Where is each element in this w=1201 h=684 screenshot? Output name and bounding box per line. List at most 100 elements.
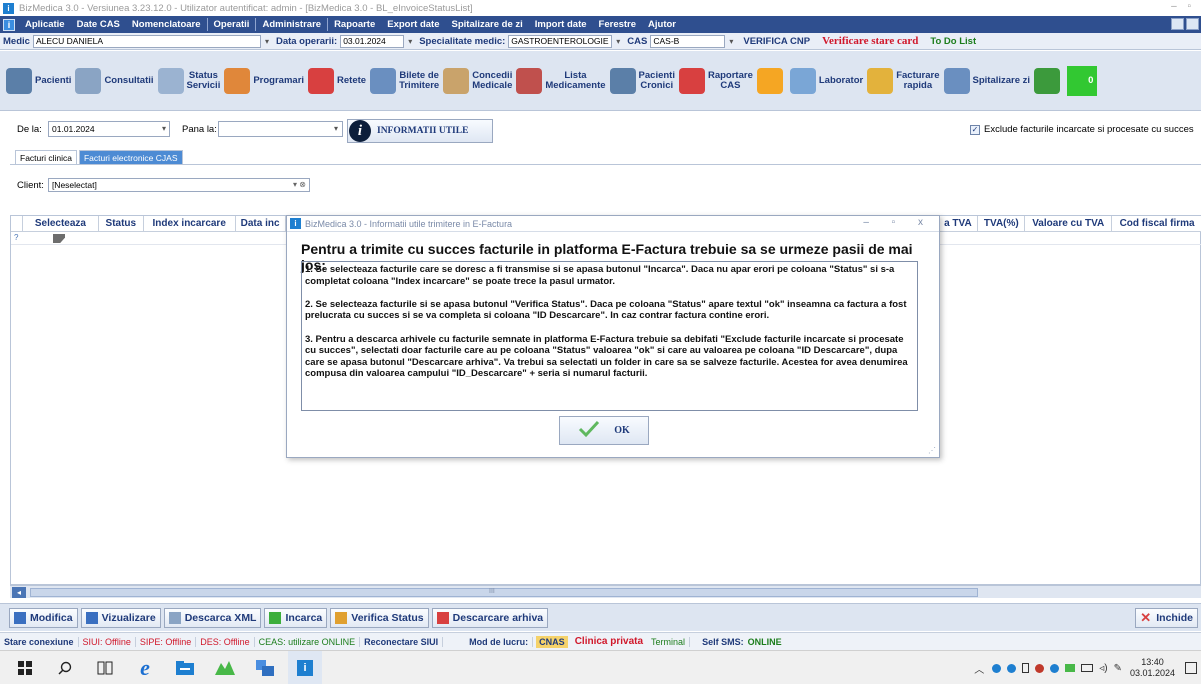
toolbar-cart-button[interactable] — [1034, 56, 1063, 106]
toolbar-hospital-day-button[interactable]: Spitalizare zi — [943, 56, 1030, 106]
menu-nomenclatoare[interactable]: Nomenclatoare — [126, 19, 207, 30]
column-data-incarcare[interactable]: Data inc — [236, 216, 286, 231]
chevron-down-icon[interactable]: ▾ — [265, 37, 269, 46]
toolbar-quick-invoice-button[interactable]: Facturare rapida — [867, 56, 940, 106]
edge-icon[interactable]: e — [128, 651, 162, 684]
app-icon[interactable] — [208, 651, 242, 684]
clinica-privata-option[interactable]: Clinica privata — [571, 636, 647, 647]
notifications-icon[interactable] — [1185, 662, 1197, 674]
to-do-list-button[interactable]: To Do List — [930, 36, 976, 47]
menu-ajutor[interactable]: Ajutor — [642, 19, 682, 30]
chevron-down-icon[interactable]: ▾ — [162, 124, 166, 133]
windows-start-icon[interactable] — [8, 651, 42, 684]
specialitate-select[interactable]: GASTROENTEROLOGIE — [508, 34, 613, 48]
app-window-icon[interactable] — [248, 651, 282, 684]
menu-ferestre[interactable]: Ferestre — [593, 19, 643, 30]
inchide-button[interactable]: ✕ Inchide — [1135, 608, 1198, 628]
de-la-input[interactable]: 01.01.2024 — [48, 121, 170, 137]
toolbar-stethoscope-button[interactable]: Consultatii — [75, 56, 154, 106]
mdi-minimize-button[interactable] — [1171, 18, 1184, 30]
scrollbar-thumb[interactable]: III — [30, 588, 978, 597]
exclude-checkbox[interactable]: ✓ Exclude facturile incarcate si procesa… — [970, 124, 1194, 135]
volume-icon[interactable]: ◃) — [1099, 663, 1107, 674]
battery-icon[interactable] — [1022, 663, 1030, 673]
verifica-cnp-button[interactable]: VERIFICA CNP — [743, 36, 810, 47]
toolbar-referral-button[interactable]: Bilete de Trimitere — [370, 56, 439, 106]
cas-select[interactable]: CAS-B — [650, 34, 726, 48]
upload-button[interactable]: Incarca — [264, 607, 328, 628]
edit-button[interactable]: Modifica — [9, 607, 78, 628]
menu-export-date[interactable]: Export date — [381, 19, 445, 30]
informatii-utile-button[interactable]: i INFORMATII UTILE — [347, 119, 493, 143]
checkbox-check-icon[interactable]: ✓ — [970, 124, 980, 135]
toolbar-warning-button[interactable] — [756, 56, 786, 106]
tray-app-icon[interactable] — [1007, 663, 1017, 673]
column-index-incarcare[interactable]: Index incarcare — [144, 216, 236, 231]
toolbar-chronic-patients-button[interactable]: Pacienti Cronici — [609, 56, 675, 106]
column-status[interactable]: Status — [99, 216, 144, 231]
scroll-left-icon[interactable]: ◂ — [12, 587, 26, 598]
verify-status-button[interactable]: Verifica Status — [330, 607, 429, 628]
dialog-window-controls[interactable]: – ▫ x — [863, 217, 933, 228]
archive-download-button[interactable]: Descarcare arhiva — [431, 607, 549, 628]
menu-operatii[interactable]: Operatii — [208, 19, 256, 30]
column-valoare-cu-tva[interactable]: Valoare cu TVA — [1025, 216, 1113, 231]
menu-import-date[interactable]: Import date — [529, 19, 593, 30]
bizmedica-icon[interactable]: i — [288, 650, 322, 684]
search-icon[interactable] — [48, 651, 82, 684]
window-controls[interactable]: – ▫ — [1171, 1, 1195, 12]
toolbar-status-pencil-button[interactable]: Status Servicii — [157, 56, 220, 106]
chevron-down-icon[interactable]: ▾ — [334, 124, 338, 133]
toolbar-patients-button[interactable]: Pacienti — [6, 56, 71, 106]
reconectare-siui-button[interactable]: Reconectare SIUI — [360, 636, 444, 647]
invoice-tabs: Facturi clinica Facturi electronice CJAS — [15, 150, 185, 164]
cnas-badge[interactable]: CNAS — [536, 635, 568, 648]
toolbar-prescription-button[interactable]: Retete — [308, 56, 366, 106]
task-view-icon[interactable] — [88, 651, 122, 684]
file-explorer-icon[interactable] — [168, 651, 202, 684]
taskbar-clock[interactable]: 13:40 03.01.2024 — [1130, 657, 1175, 679]
toolbar-phone-button[interactable]: 0 — [1067, 65, 1098, 96]
menu-administrare[interactable]: Administrare — [256, 19, 327, 30]
tray-app-icon[interactable] — [992, 663, 1002, 673]
column-cod-fiscal-firma[interactable]: Cod fiscal firma — [1112, 216, 1201, 231]
network-icon[interactable] — [1081, 664, 1094, 672]
ok-button[interactable]: OK — [559, 416, 649, 445]
column-tva-procent[interactable]: TVA(%) — [978, 216, 1026, 231]
column-valoare-tva[interactable]: a TVA — [938, 216, 979, 231]
horizontal-scrollbar[interactable]: ◂ III — [10, 585, 1201, 598]
data-operarii-input[interactable]: 03.01.2024 — [340, 34, 405, 48]
resize-grip-icon[interactable]: ⋰ — [928, 446, 936, 455]
toolbar-pills-button[interactable]: Lista Medicamente — [516, 56, 606, 106]
tray-expand-icon[interactable]: ︿ — [974, 661, 984, 676]
xml-download-button[interactable]: Descarca XML — [163, 607, 262, 628]
chevron-down-icon[interactable]: ▾ — [729, 37, 733, 46]
pen-icon[interactable]: ✎ — [1114, 663, 1122, 674]
terminal-option[interactable]: Terminal — [647, 636, 691, 647]
pana-la-input[interactable] — [218, 121, 343, 137]
verificare-stare-card-button[interactable]: Verificare stare card — [822, 35, 918, 47]
info-menu-icon[interactable]: i — [3, 18, 15, 31]
toolbar-laboratory-button[interactable]: Laborator — [789, 56, 863, 106]
tab-facturi-electronice-cjas[interactable]: Facturi electronice CJAS — [78, 150, 183, 164]
toolbar-calendar-button[interactable]: Programari — [224, 56, 304, 106]
tray-app-icon[interactable] — [1050, 663, 1060, 673]
menu-date-cas[interactable]: Date CAS — [71, 19, 126, 30]
column-selecteaza[interactable]: Selecteaza — [23, 216, 99, 231]
chevron-down-icon[interactable]: ▾ — [616, 37, 620, 46]
tab-facturi-clinica[interactable]: Facturi clinica — [15, 150, 77, 164]
clear-icon[interactable]: ▾ ⊗ — [293, 179, 306, 191]
medic-select[interactable]: ALECU DANIELA — [32, 34, 261, 48]
tray-app-icon[interactable] — [1065, 664, 1076, 672]
client-select[interactable]: [Neselectat] ▾ ⊗ — [47, 178, 310, 192]
menu-rapoarte[interactable]: Rapoarte — [328, 19, 381, 30]
chevron-down-icon[interactable]: ▾ — [408, 37, 412, 46]
mdi-restore-button[interactable] — [1186, 18, 1199, 30]
tray-app-icon[interactable] — [1035, 663, 1045, 673]
menu-spitalizare-de-zi[interactable]: Spitalizare de zi — [446, 19, 529, 30]
view-button[interactable]: Vizualizare — [80, 607, 161, 628]
toolbar-medical-leave-button[interactable]: Concedii Medicale — [443, 56, 512, 106]
filter-editor-icon[interactable] — [53, 234, 65, 243]
menu-aplicatie[interactable]: Aplicatie — [19, 19, 71, 30]
toolbar-report-cas-button[interactable]: Raportare CAS — [678, 56, 753, 106]
